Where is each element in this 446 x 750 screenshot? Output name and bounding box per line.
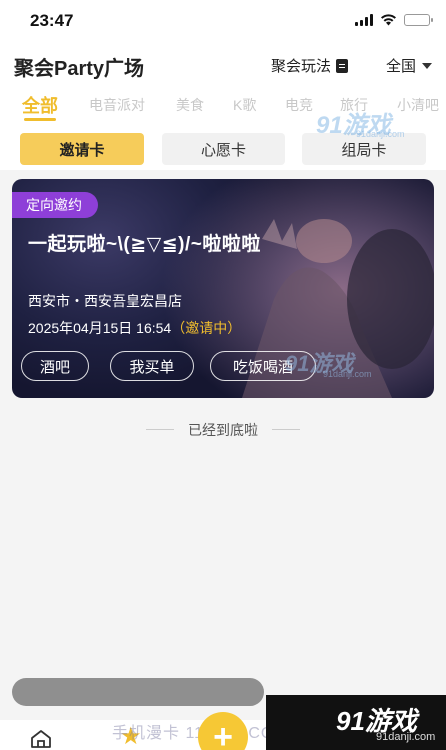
region-selector[interactable]: 全国 [386, 55, 433, 76]
event-datetime: 2025年04月15日 16:54 [28, 320, 172, 336]
event-title: 一起玩啦~\(≧▽≦)/~啦啦啦 [28, 234, 261, 255]
gameplay-link-label: 聚会玩法 [271, 58, 332, 75]
divider-line [272, 429, 300, 430]
scroll-indicator [12, 678, 264, 706]
add-button[interactable]: + [198, 712, 248, 750]
watermark-logo: 91游戏 91danji.com [316, 105, 412, 141]
event-tag: 定向邀约 [12, 192, 98, 218]
tab-all[interactable]: 全部 [22, 92, 58, 118]
gameplay-link[interactable]: 聚会玩法 [271, 55, 349, 76]
watermark-logo: 91游戏 91danji.com [285, 346, 385, 384]
watermark-domain: 91danji.com [323, 369, 372, 379]
home-icon[interactable] [30, 729, 52, 748]
event-chip[interactable]: 我买单 [110, 351, 194, 381]
watermark-domain: 91danji.com [356, 129, 405, 139]
status-bar: 23:47 [0, 0, 446, 44]
region-label: 全国 [386, 58, 417, 75]
status-time: 23:47 [30, 11, 74, 30]
event-status: （邀请中） [171, 320, 242, 336]
battery-icon [404, 13, 433, 26]
event-chip[interactable]: 酒吧 [21, 351, 89, 381]
end-of-list-note: 已经到底啦 [188, 422, 258, 438]
page-title: 聚会Party广场 [14, 58, 145, 80]
wifi-icon [381, 14, 396, 26]
signal-icon [355, 13, 373, 26]
event-location: 西安市・西安吾皇宏昌店 [28, 293, 182, 309]
event-time: 2025年04月15日 16:54（邀请中） [28, 318, 241, 338]
tab-edm-party[interactable]: 电音派对 [89, 95, 145, 115]
status-icons [355, 13, 433, 26]
header: 聚会Party广场 聚会玩法 全国 [0, 44, 446, 88]
tab-wish-card[interactable]: 心愿卡 [162, 133, 285, 165]
watermark-domain: 91danji.com [376, 731, 436, 743]
tab-food[interactable]: 美食 [176, 95, 204, 115]
tab-karaoke[interactable]: K歌 [233, 95, 256, 115]
active-tab-indicator [24, 118, 56, 121]
document-icon [336, 58, 349, 73]
tab-esports[interactable]: 电竞 [285, 95, 313, 115]
tab-invitation-card[interactable]: 邀请卡 [20, 133, 144, 165]
caret-down-icon [422, 62, 433, 69]
watermark-badge: 91游戏 91danji.com [266, 695, 446, 750]
